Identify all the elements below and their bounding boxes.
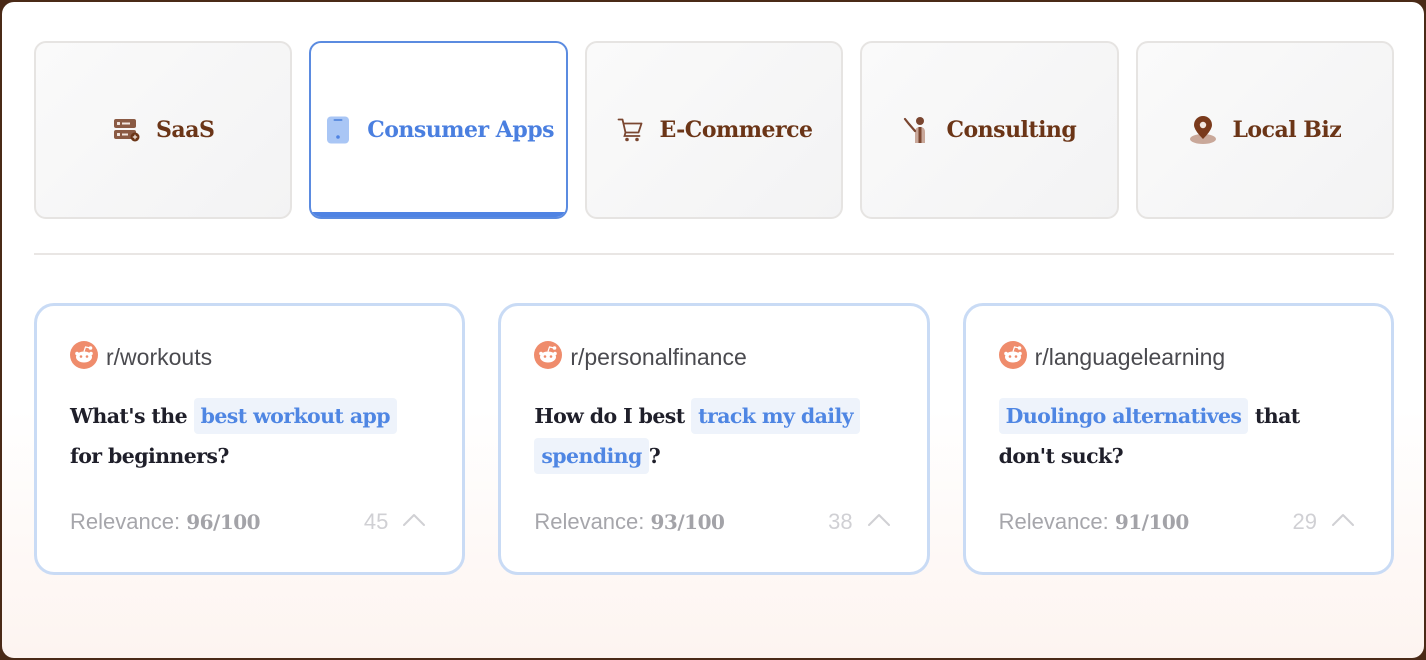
reddit-icon bbox=[998, 340, 1027, 374]
keyword-highlight: Duolingo alternatives bbox=[998, 398, 1249, 434]
relevance-label: Relevance: bbox=[534, 509, 651, 534]
category-tabs: SaaS Consumer Apps E-Commerce Consulting… bbox=[34, 41, 1395, 221]
question-card[interactable]: r/languagelearning Duolingo alternatives… bbox=[962, 303, 1394, 575]
map-pin-icon bbox=[1188, 115, 1218, 145]
relevance-value: 91/100 bbox=[1114, 510, 1189, 534]
tab-consulting[interactable]: Consulting bbox=[860, 41, 1119, 219]
chevron-up-icon bbox=[867, 513, 891, 532]
reddit-icon bbox=[534, 340, 563, 374]
card-footer: Relevance: 96/100 45 bbox=[70, 509, 426, 535]
subreddit-row: r/personalfinance bbox=[534, 340, 893, 374]
relevance-label: Relevance: bbox=[70, 509, 187, 534]
app-frame: SaaS Consumer Apps E-Commerce Consulting… bbox=[0, 0, 1426, 660]
question-cards: r/workouts What's the best workout app f… bbox=[34, 303, 1394, 577]
vote-count: 29 bbox=[1292, 509, 1317, 534]
tab-label: E-Commerce bbox=[659, 117, 814, 143]
relevance-score: Relevance: 96/100 bbox=[70, 509, 261, 535]
tab-consumer-apps[interactable]: Consumer Apps bbox=[309, 41, 568, 219]
question-text: What's the best workout app for beginner… bbox=[70, 396, 429, 476]
person-presenting-icon bbox=[903, 115, 933, 145]
upvote-button[interactable]: 29 bbox=[1293, 509, 1355, 535]
question-prefix: How do I best bbox=[534, 404, 692, 428]
tab-label: Local Biz bbox=[1232, 117, 1342, 143]
mobile-phone-icon bbox=[323, 115, 353, 145]
vote-count: 38 bbox=[828, 509, 853, 534]
relevance-score: Relevance: 91/100 bbox=[998, 509, 1190, 535]
question-text: Duolingo alternatives that don't suck? bbox=[998, 396, 1358, 476]
question-prefix: What's the bbox=[70, 404, 194, 428]
relevance-score: Relevance: 93/100 bbox=[534, 509, 725, 535]
subreddit-name[interactable]: r/workouts bbox=[106, 344, 212, 371]
reddit-icon bbox=[70, 340, 98, 374]
relevance-label: Relevance: bbox=[998, 509, 1115, 534]
chevron-up-icon bbox=[1331, 513, 1355, 532]
question-suffix: for beginners? bbox=[70, 444, 229, 468]
divider bbox=[34, 253, 1394, 255]
tab-label: Consumer Apps bbox=[367, 117, 555, 143]
question-card[interactable]: r/personalfinance How do I best track my… bbox=[498, 303, 930, 575]
question-text: How do I best track my daily spending? bbox=[534, 396, 893, 476]
subreddit-row: r/workouts bbox=[70, 340, 429, 374]
tab-label: SaaS bbox=[156, 117, 215, 143]
chevron-up-icon bbox=[402, 513, 426, 532]
upvote-button[interactable]: 38 bbox=[828, 509, 890, 535]
tab-local-biz[interactable]: Local Biz bbox=[1135, 41, 1395, 219]
upvote-button[interactable]: 45 bbox=[364, 509, 426, 535]
tab-e-commerce[interactable]: E-Commerce bbox=[584, 41, 844, 219]
vote-count: 45 bbox=[363, 509, 389, 534]
subreddit-row: r/languagelearning bbox=[998, 340, 1358, 374]
question-suffix: ? bbox=[648, 444, 661, 468]
subreddit-name[interactable]: r/languagelearning bbox=[1035, 344, 1226, 371]
shopping-cart-icon bbox=[616, 115, 646, 145]
keyword-highlight: best workout app bbox=[193, 398, 397, 434]
card-footer: Relevance: 91/100 29 bbox=[999, 509, 1355, 535]
main-panel: SaaS Consumer Apps E-Commerce Consulting… bbox=[2, 2, 1424, 658]
subreddit-name[interactable]: r/personalfinance bbox=[570, 344, 746, 371]
question-card[interactable]: r/workouts What's the best workout app f… bbox=[34, 303, 466, 575]
relevance-value: 96/100 bbox=[186, 510, 261, 534]
tab-saas[interactable]: SaaS bbox=[34, 41, 293, 219]
card-footer: Relevance: 93/100 38 bbox=[534, 509, 890, 535]
relevance-value: 93/100 bbox=[650, 510, 725, 534]
server-icon bbox=[112, 115, 142, 145]
tab-label: Consulting bbox=[946, 117, 1077, 143]
